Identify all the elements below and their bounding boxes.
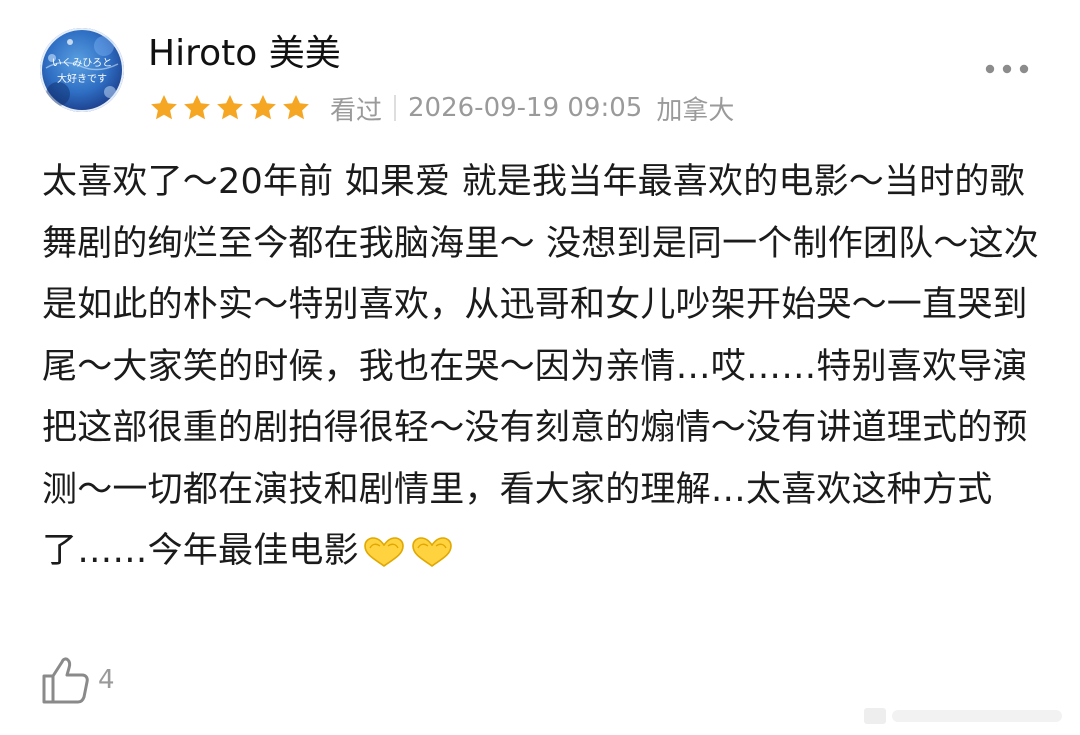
heart-hands-emoji	[361, 527, 407, 589]
divider	[394, 95, 397, 121]
avatar-image: いくみひろと 大好きです	[45, 36, 119, 106]
star-icon	[217, 95, 243, 120]
star-rating	[148, 93, 312, 123]
like-button[interactable]: 4	[40, 652, 115, 708]
username[interactable]: Hiroto 美美	[148, 30, 341, 78]
star-icon	[283, 95, 309, 120]
watermark-graphic	[864, 708, 1062, 724]
more-dots-icon	[985, 64, 1029, 74]
more-button[interactable]	[982, 56, 1032, 82]
avatar-text-line2: 大好きです	[57, 72, 107, 85]
avatar[interactable]: いくみひろと 大好きです	[40, 28, 124, 112]
avatar-text-line1: いくみひろと	[52, 57, 112, 69]
star-icon	[184, 95, 210, 120]
star-icon	[151, 95, 177, 120]
heart-hands-emoji	[409, 527, 455, 589]
watch-status: 看过	[330, 95, 383, 126]
watermark	[864, 704, 1064, 728]
review-meta: 看过 2026-09-19 09:05 加拿大	[148, 88, 734, 128]
like-count: 4	[98, 665, 115, 695]
review-location: 加拿大	[656, 95, 735, 126]
review-datetime: 2026-09-19 09:05	[408, 93, 643, 123]
thumbs-up-icon	[42, 657, 89, 704]
review-text: 太喜欢了～20年前 如果爱 就是我当年最喜欢的电影～当时的歌舞剧的绚烂至今都在我…	[42, 152, 1040, 589]
star-icon	[250, 95, 276, 120]
review-body: 太喜欢了～20年前 如果爱 就是我当年最喜欢的电影～当时的歌舞剧的绚烂至今都在我…	[42, 162, 1039, 571]
